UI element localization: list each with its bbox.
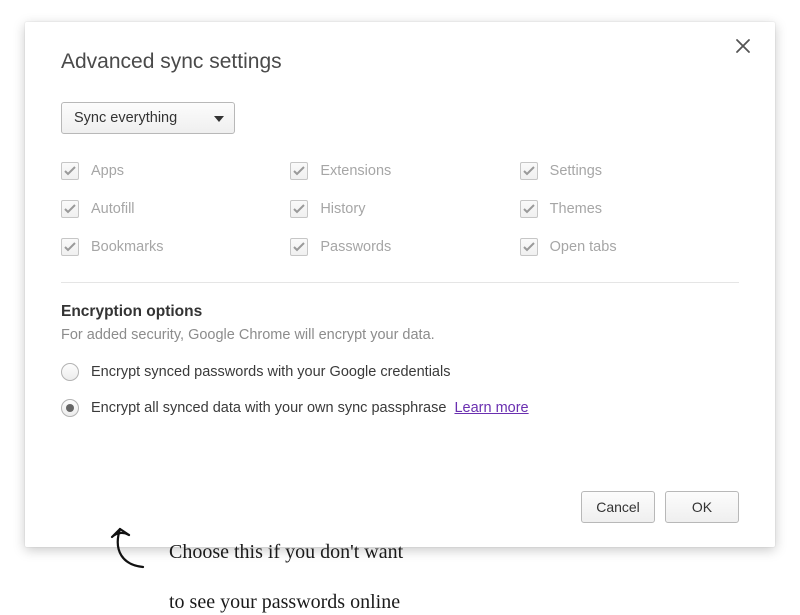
checkbox-label: Themes [550, 201, 602, 217]
checkbox-label: Autofill [91, 201, 135, 217]
encryption-heading: Encryption options [61, 303, 739, 321]
ok-button[interactable]: OK [665, 491, 739, 523]
checkbox-label: Settings [550, 163, 602, 179]
checkbox-passwords[interactable]: Passwords [290, 238, 509, 256]
checkbox-bookmarks[interactable]: Bookmarks [61, 238, 280, 256]
checkbox-autofill[interactable]: Autofill [61, 200, 280, 218]
checkbox-icon [520, 200, 538, 218]
radio-icon [61, 399, 79, 417]
learn-more-link[interactable]: Learn more [454, 400, 528, 416]
annotation-line2: to see your passwords online [169, 591, 400, 613]
checkbox-label: Passwords [320, 239, 391, 255]
checkbox-icon [520, 238, 538, 256]
annotation-arrow-icon [103, 515, 157, 580]
checkbox-icon [290, 162, 308, 180]
checkbox-label: Open tabs [550, 239, 617, 255]
radio-encrypt-passwords[interactable]: Encrypt synced passwords with your Googl… [61, 363, 739, 381]
checkbox-label: Apps [91, 163, 124, 179]
checkbox-history[interactable]: History [290, 200, 509, 218]
close-icon[interactable] [735, 38, 757, 60]
dialog-title: Advanced sync settings [61, 50, 739, 74]
radio-label: Encrypt synced passwords with your Googl… [91, 364, 450, 380]
dialog-footer: Cancel OK [581, 491, 739, 523]
sync-mode-value: Sync everything [74, 110, 177, 126]
divider [61, 282, 739, 283]
checkbox-label: Extensions [320, 163, 391, 179]
checkbox-open-tabs[interactable]: Open tabs [520, 238, 739, 256]
checkbox-settings[interactable]: Settings [520, 162, 739, 180]
radio-label: Encrypt all synced data with your own sy… [91, 400, 446, 416]
cancel-button[interactable]: Cancel [581, 491, 655, 523]
checkbox-icon [61, 200, 79, 218]
checkbox-icon [290, 200, 308, 218]
sync-item-grid: Apps Extensions Settings Autofill Histor… [61, 162, 739, 256]
radio-encrypt-all[interactable]: Encrypt all synced data with your own sy… [61, 399, 739, 417]
checkbox-apps[interactable]: Apps [61, 162, 280, 180]
checkbox-label: History [320, 201, 365, 217]
checkbox-icon [520, 162, 538, 180]
checkbox-icon [61, 162, 79, 180]
caret-down-icon [214, 110, 224, 126]
annotation-line1: Choose this if you don't want [169, 541, 403, 563]
sync-mode-select[interactable]: Sync everything [61, 102, 235, 134]
encryption-sub: For added security, Google Chrome will e… [61, 327, 739, 343]
checkbox-themes[interactable]: Themes [520, 200, 739, 218]
checkbox-extensions[interactable]: Extensions [290, 162, 509, 180]
sync-settings-dialog: Advanced sync settings Sync everything A… [25, 22, 775, 547]
checkbox-icon [290, 238, 308, 256]
checkbox-label: Bookmarks [91, 239, 164, 255]
checkbox-icon [61, 238, 79, 256]
radio-icon [61, 363, 79, 381]
